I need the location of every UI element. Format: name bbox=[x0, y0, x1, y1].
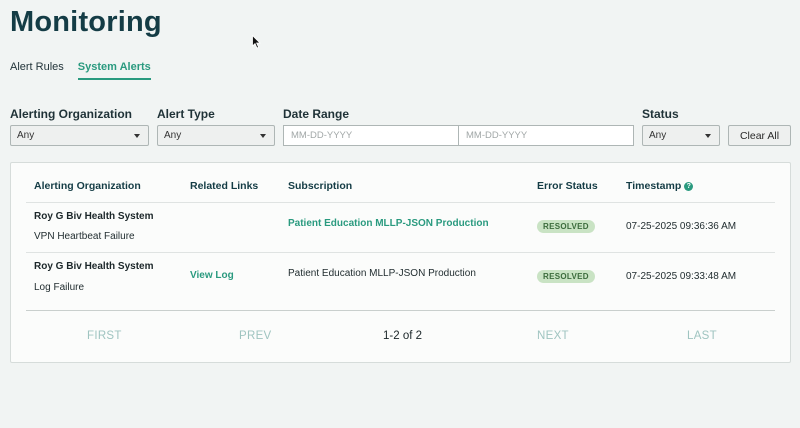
row-2-organization: Roy G Biv Health System bbox=[34, 261, 154, 272]
next-page-button[interactable]: NEXT bbox=[537, 330, 569, 342]
status-value: Any bbox=[649, 130, 667, 141]
date-range-label: Date Range bbox=[283, 107, 350, 121]
row-1-alert-name: VPN Heartbeat Failure bbox=[34, 231, 135, 242]
column-header-timestamp-label: Timestamp bbox=[626, 180, 682, 192]
tab-alert-rules[interactable]: Alert Rules bbox=[10, 61, 64, 80]
page-title: Monitoring bbox=[10, 6, 162, 38]
column-header-error-status: Error Status bbox=[537, 180, 598, 192]
date-end-input[interactable]: MM-DD-YYYY bbox=[458, 125, 634, 146]
alerting-organization-value: Any bbox=[17, 130, 35, 141]
date-start-input[interactable]: MM-DD-YYYY bbox=[283, 125, 459, 146]
last-page-button[interactable]: LAST bbox=[687, 330, 717, 342]
row-2-view-log-link[interactable]: View Log bbox=[190, 270, 234, 281]
chevron-down-icon bbox=[134, 134, 140, 138]
clear-all-button[interactable]: Clear All bbox=[728, 125, 791, 146]
row-1-organization: Roy G Biv Health System bbox=[34, 211, 154, 222]
alert-type-select[interactable]: Any bbox=[157, 125, 275, 146]
chevron-down-icon bbox=[705, 134, 711, 138]
row-2-alert-name: Log Failure bbox=[34, 282, 85, 293]
row-2-status-badge: RESOLVED bbox=[537, 270, 595, 283]
row-divider bbox=[26, 252, 775, 253]
help-icon[interactable]: ? bbox=[684, 182, 694, 191]
alert-type-value: Any bbox=[164, 130, 182, 141]
pagination-info: 1-2 of 2 bbox=[383, 330, 422, 342]
table-bottom-divider bbox=[26, 310, 775, 311]
column-header-related-links: Related Links bbox=[190, 180, 259, 192]
chevron-down-icon bbox=[260, 134, 266, 138]
row-1-subscription-link[interactable]: Patient Education MLLP-JSON Production bbox=[288, 218, 489, 229]
status-select[interactable]: Any bbox=[642, 125, 720, 146]
alerting-organization-select[interactable]: Any bbox=[10, 125, 149, 146]
tab-system-alerts[interactable]: System Alerts bbox=[77, 61, 151, 80]
alerting-organization-label: Alerting Organization bbox=[10, 107, 133, 121]
tab-bar: Alert Rules System Alerts bbox=[10, 61, 151, 80]
row-2-subscription: Patient Education MLLP-JSON Production bbox=[288, 268, 476, 279]
alert-type-label: Alert Type bbox=[157, 107, 215, 121]
status-label: Status bbox=[642, 107, 679, 121]
header-divider bbox=[26, 202, 775, 203]
column-header-timestamp: Timestamp? bbox=[626, 180, 694, 192]
prev-page-button[interactable]: PREV bbox=[239, 330, 272, 342]
column-header-subscription: Subscription bbox=[288, 180, 353, 192]
first-page-button[interactable]: FIRST bbox=[87, 330, 122, 342]
row-1-status-badge: RESOLVED bbox=[537, 220, 595, 233]
row-2-timestamp: 07-25-2025 09:33:48 AM bbox=[626, 271, 737, 282]
row-1-timestamp: 07-25-2025 09:36:36 AM bbox=[626, 221, 737, 232]
column-header-organization: Alerting Organization bbox=[34, 180, 141, 192]
